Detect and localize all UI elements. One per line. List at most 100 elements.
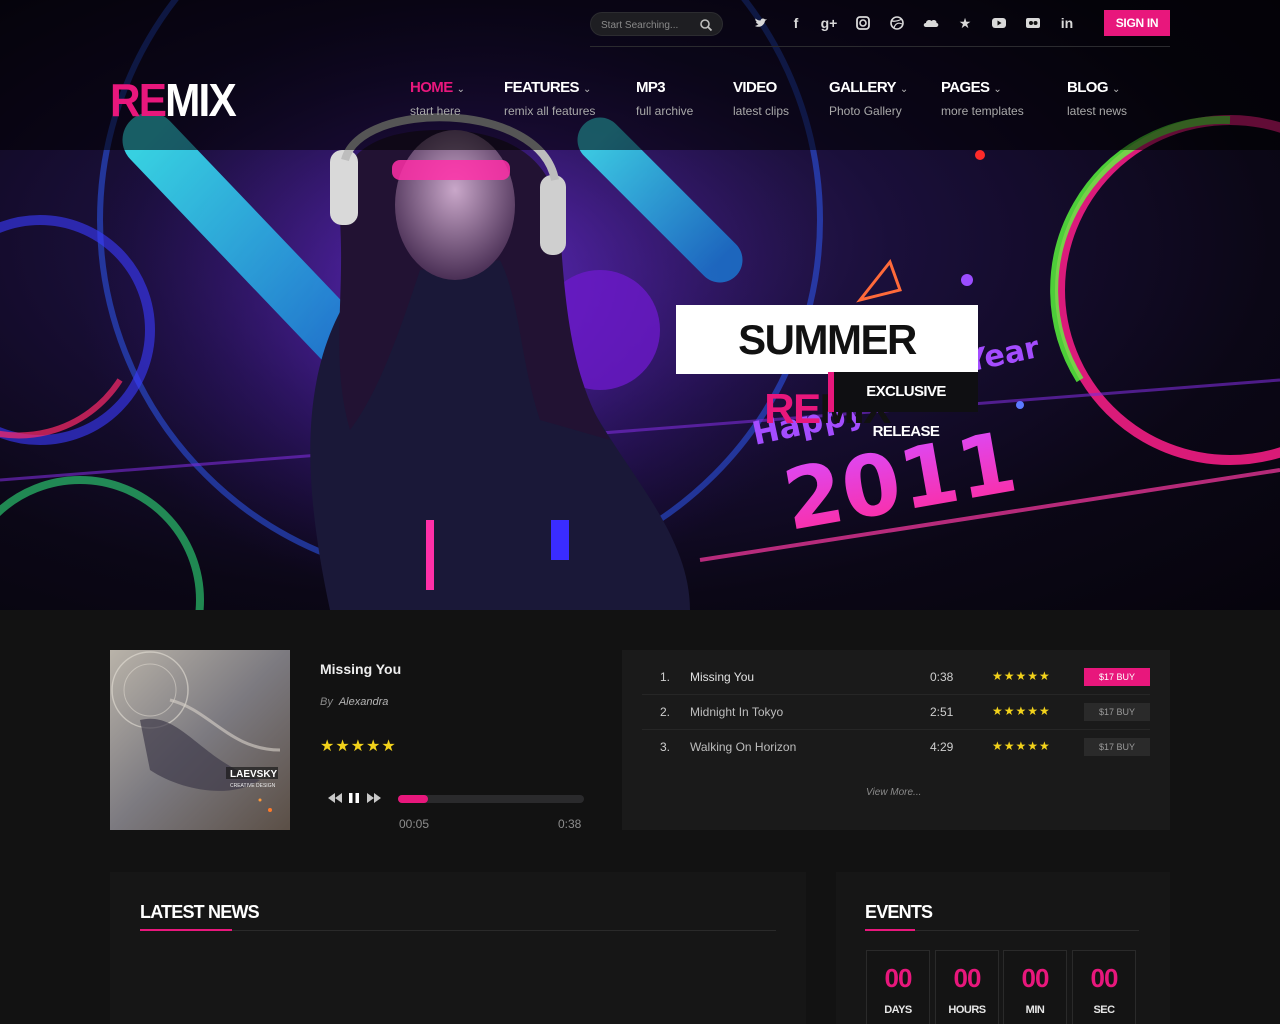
countdown-minutes: 00 MIN [1003,950,1067,1024]
nav-home[interactable]: HOME ⌄ start here [410,78,465,118]
logo-part-re: RE [110,74,167,126]
chevron-down-icon: ⌄ [456,84,465,95]
nav-blog-label: BLOG [1067,79,1109,96]
nav-pages-label: PAGES [941,79,990,96]
countdown-value: 00 [1090,963,1119,993]
countdown-value: 00 [1021,963,1050,993]
chevron-down-icon: ⌄ [582,84,591,95]
flickr-icon[interactable] [1022,12,1044,34]
countdown-seconds: 00 SEC [1072,950,1136,1024]
track-name[interactable]: Midnight In Tokyo [690,705,783,719]
view-more-link[interactable]: View More... [866,787,921,798]
site-logo[interactable]: REMIX [110,74,237,126]
title-underline [865,929,915,931]
svg-text:CREATIVE DESIGN: CREATIVE DESIGN [230,783,276,789]
nav-gallery-label: GALLERY [829,79,897,96]
countdown-days: 00 DAYS [866,950,930,1024]
playlist-row[interactable]: 2. Midnight In Tokyo 2:51 ★★★★★ $17 BUY [642,695,1150,730]
total-time: 0:38 [558,817,582,831]
latest-news-title: LATEST NEWS [140,902,260,922]
buy-button[interactable]: $17 BUY [1084,703,1150,721]
title-underline [140,929,232,931]
next-icon[interactable] [366,790,382,806]
sign-in-button[interactable]: SIGN IN [1104,10,1170,36]
youtube-icon[interactable] [988,12,1010,34]
latest-news-panel: LATEST NEWS [110,872,806,1024]
album-cover[interactable]: LAEVSKY CREATIVE DESIGN [110,650,290,830]
nav-gallery[interactable]: GALLERY ⌄ Photo Gallery [829,78,908,118]
nav-blog-sub: latest news [1067,104,1128,118]
playlist-row[interactable]: 1. Missing You 0:38 ★★★★★ $17 BUY [642,660,1150,695]
hero-title-accent: RE [764,385,821,432]
countdown-hours: 00 HOURS [935,950,999,1024]
pause-icon[interactable] [346,790,362,806]
countdown-value: 00 [884,963,913,993]
divider [140,930,776,931]
nav-features-sub: remix all features [504,104,596,118]
song-title: Missing You [320,661,402,677]
buy-button[interactable]: $17 BUY [1084,738,1150,756]
countdown-value: 00 [953,963,982,993]
nav-blog[interactable]: BLOG ⌄ latest news [1067,78,1127,118]
track-rating[interactable]: ★★★★★ [992,669,1051,683]
nav-features-label: FEATURES [504,79,580,96]
hero-title: SUMMER REMIX [676,305,978,432]
song-artist[interactable]: Alexandra [339,696,389,708]
countdown-label: MIN [1025,1004,1045,1016]
chevron-down-icon: ⌄ [899,84,908,95]
track-rating[interactable]: ★★★★★ [992,739,1051,753]
playlist: 1. Missing You 0:38 ★★★★★ $17 BUY 2. Mid… [622,650,1170,830]
instagram-icon[interactable] [852,12,874,34]
nav-mp3[interactable]: MP3 full archive [636,78,693,118]
nav-gallery-sub: Photo Gallery [829,104,902,118]
song-artist-line: By Alexandra [320,696,388,708]
progress-fill [398,795,428,803]
google-plus-icon[interactable]: g+ [818,12,840,34]
track-rating[interactable]: ★★★★★ [992,704,1051,718]
nav-home-label: HOME [410,79,453,96]
previous-icon[interactable] [327,790,343,806]
playlist-row[interactable]: 3. Walking On Horizon 4:29 ★★★★★ $17 BUY [642,730,1150,765]
cloud-icon[interactable] [920,12,942,34]
search-box[interactable] [590,12,723,36]
nav-video-label: VIDEO [733,79,777,96]
linkedin-icon[interactable]: in [1056,12,1078,34]
hero-subtitle: EXCLUSIVE RELEASE [828,372,978,440]
buy-button[interactable]: $17 BUY [1084,668,1150,686]
countdown-label: SEC [1093,1004,1115,1016]
track-number: 1. [660,670,671,684]
by-label: By [320,696,333,708]
current-time: 00:05 [399,817,430,831]
countdown-label: DAYS [884,1004,912,1016]
nav-mp3-label: MP3 [636,79,666,96]
nav-mp3-sub: full archive [636,104,694,118]
facebook-icon[interactable]: f [785,12,807,34]
star-icon[interactable]: ★ [954,12,976,34]
nav-features[interactable]: FEATURES ⌄ remix all features [504,78,595,118]
nav-video-sub: latest clips [733,104,790,118]
nav-pages[interactable]: PAGES ⌄ more templates [941,78,1024,118]
track-duration: 0:38 [930,670,954,684]
svg-text:LAEVSKY: LAEVSKY [230,769,278,780]
track-number: 2. [660,705,671,719]
events-title: EVENTS [865,902,933,922]
song-rating[interactable]: ★★★★★ [320,736,397,756]
nav-home-sub: start here [410,104,461,118]
track-number: 3. [660,740,671,754]
logo-part-mix: MIX [165,74,237,126]
chevron-down-icon: ⌄ [1111,84,1120,95]
countdown-label: HOURS [948,1004,986,1016]
track-name[interactable]: Walking On Horizon [690,740,796,754]
hero-title-a: SUMMER [738,316,917,363]
track-duration: 2:51 [930,705,954,719]
dribbble-icon[interactable] [886,12,908,34]
track-name[interactable]: Missing You [690,670,754,684]
search-icon[interactable] [699,18,713,32]
nav-video[interactable]: VIDEO latest clips [733,78,789,118]
twitter-icon[interactable] [750,12,772,34]
chevron-down-icon: ⌄ [993,84,1002,95]
progress-bar[interactable] [398,795,584,803]
nav-pages-sub: more templates [941,104,1024,118]
search-input[interactable] [601,17,699,33]
track-duration: 4:29 [930,740,954,754]
